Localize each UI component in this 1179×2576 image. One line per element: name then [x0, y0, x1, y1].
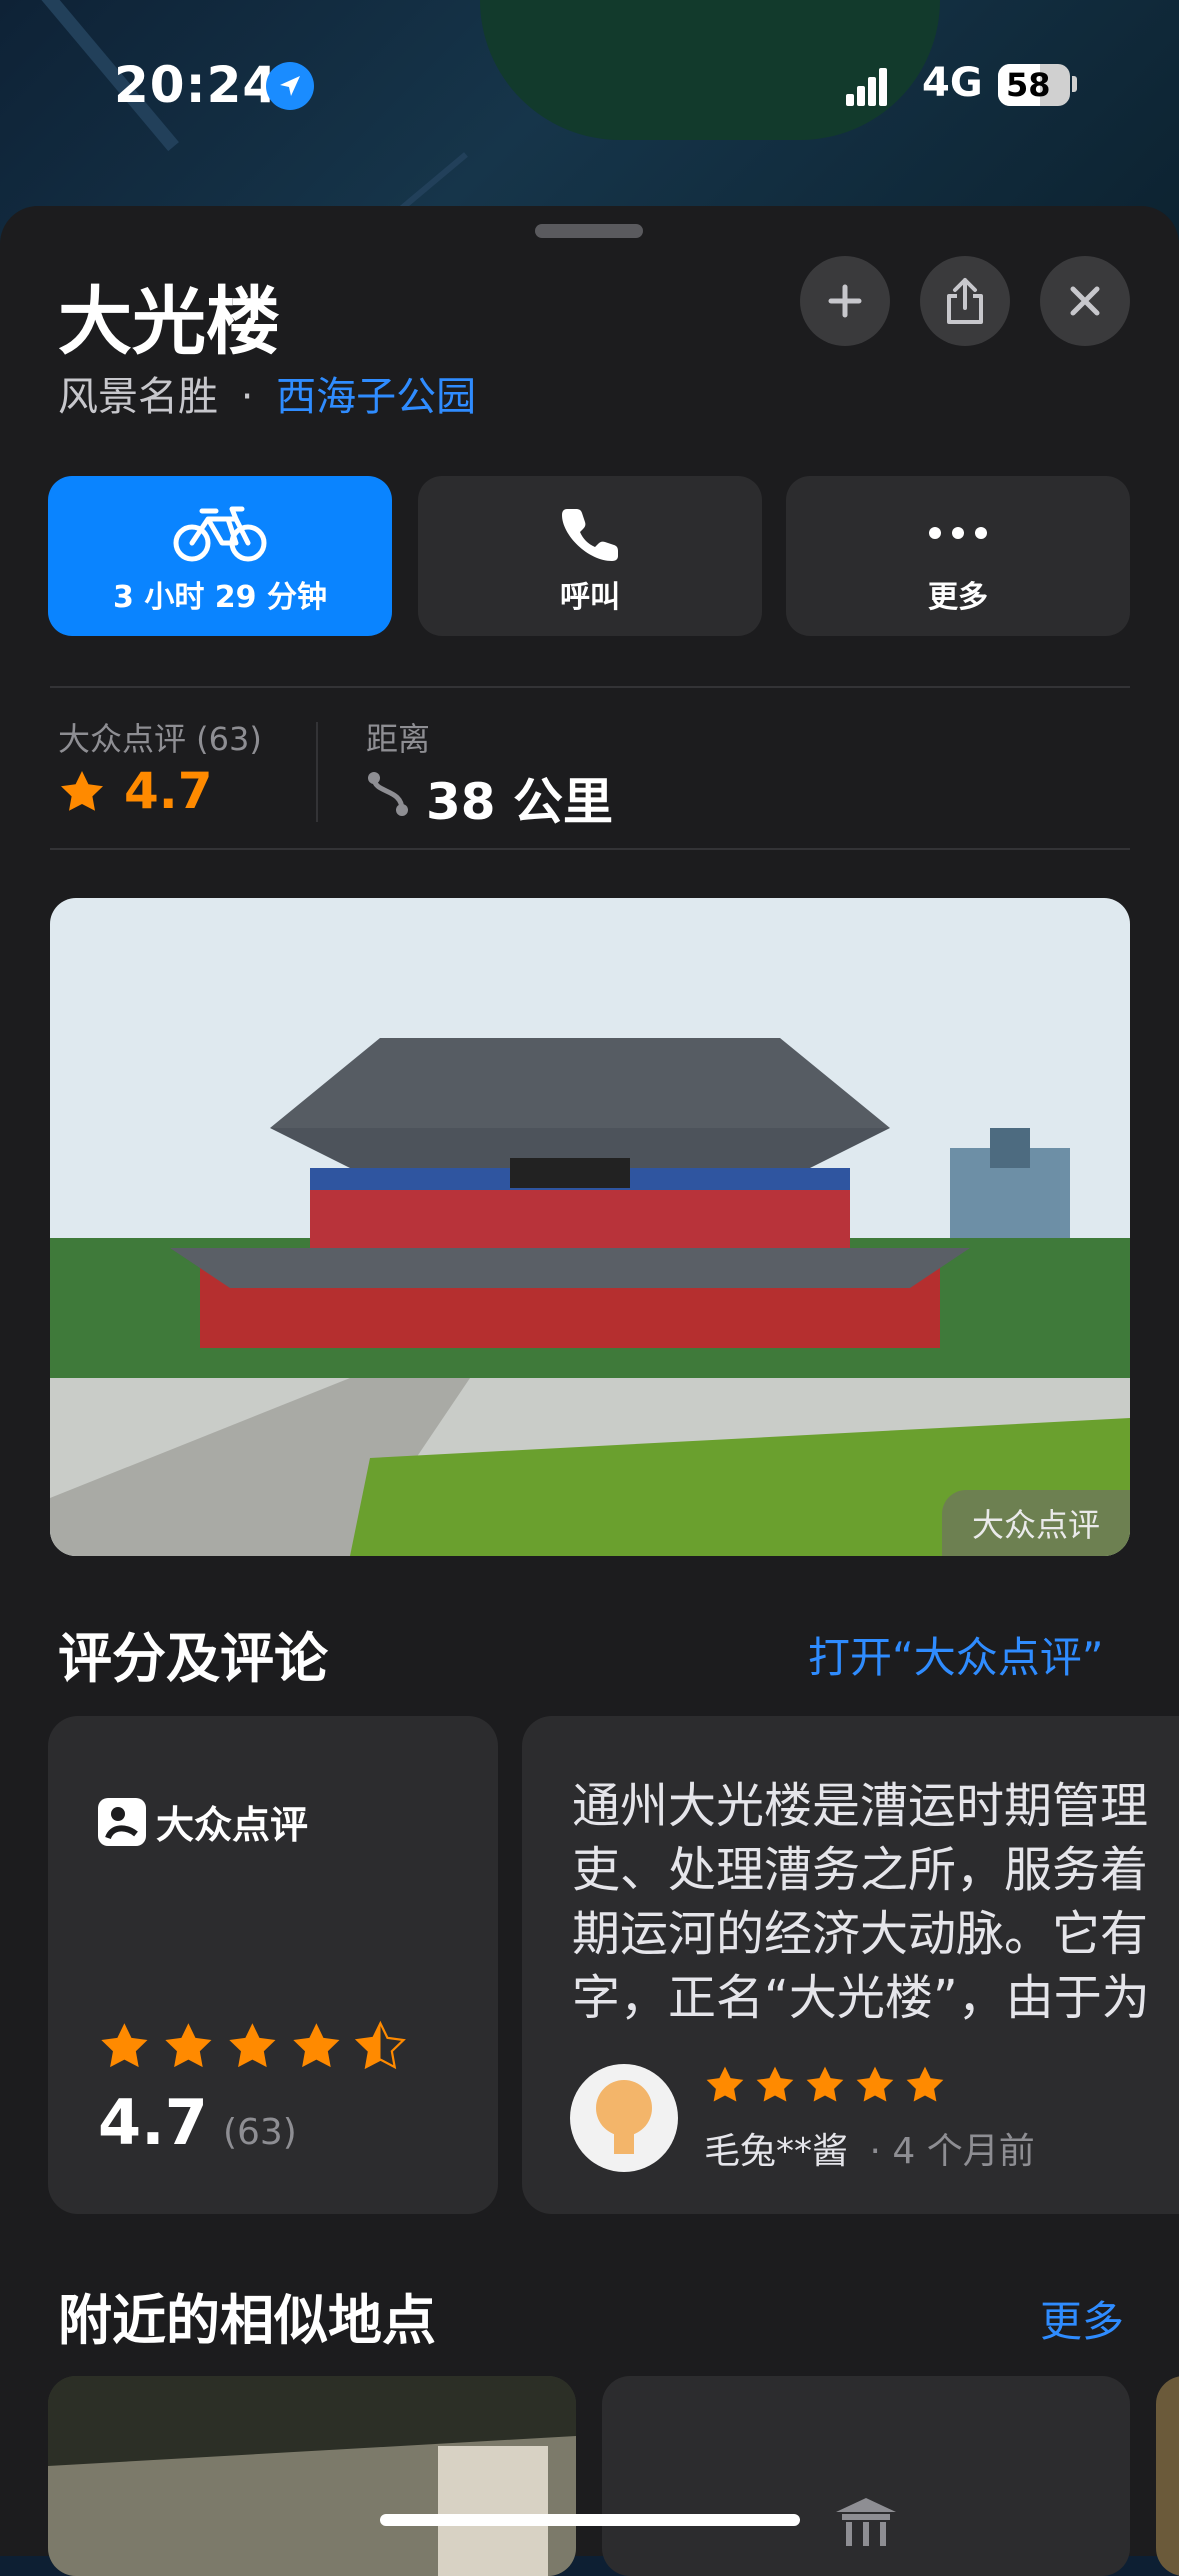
nearby-place-card[interactable] [48, 2376, 576, 2576]
battery-icon: 58 [998, 64, 1070, 106]
review-time: · 4 个月前 [869, 2131, 1035, 2172]
review-meta: 毛兔**酱 · 4 个月前 [704, 2122, 1035, 2174]
dianping-logo-icon [98, 1797, 146, 1846]
place-title: 大光楼 [58, 279, 280, 365]
add-button[interactable] [800, 256, 890, 346]
clock: 20:24 [114, 56, 279, 114]
battery-level: 58 [1006, 66, 1051, 104]
reviewer-avatar [570, 2064, 678, 2172]
review-line: 字，正名“大光楼”，由于为 [572, 1970, 1150, 2026]
ratings-heading: 评分及评论 [58, 1627, 328, 1690]
nearby-photo-image [48, 2376, 576, 2576]
nearby-place-card[interactable] [602, 2376, 1130, 2576]
route-icon [366, 770, 410, 822]
share-icon [947, 278, 983, 324]
directions-label: 3 小时 29 分钟 [113, 580, 327, 615]
more-icon [929, 527, 987, 539]
review-stars [704, 2062, 954, 2112]
share-button[interactable] [920, 256, 1010, 346]
more-button[interactable]: 更多 [786, 476, 1130, 636]
review-text: 通州大光楼是漕运时期管理 吏、处理漕务之所，服务着 期运河的经济大动脉。它有 字… [572, 1774, 1150, 2030]
star-icon [58, 768, 106, 820]
pavilion-photo-image [50, 898, 1130, 1556]
summary-stars [98, 2016, 418, 2080]
rating-summary-card[interactable]: 大众点评 4.7 (63) [48, 1716, 498, 2214]
place-sheet: 大光楼 风景名胜 · 西海子公园 3 小时 29 分钟 呼叫 更多 大众点评 (… [0, 206, 1179, 2576]
divider [50, 848, 1130, 850]
location-arrow-icon [266, 62, 314, 110]
landmark-icon [836, 2498, 896, 2546]
review-line: 通州大光楼是漕运时期管理 [572, 1778, 1149, 1834]
plus-icon [828, 284, 862, 318]
more-label: 更多 [928, 580, 988, 615]
place-category: 风景名胜 [58, 374, 218, 420]
call-label: 呼叫 [560, 580, 620, 615]
status-bar: 20:24 4G 58 [0, 0, 1179, 180]
stat-separator [316, 722, 318, 822]
place-subtitle: 风景名胜 · 西海子公园 [58, 364, 476, 422]
rating-value: 4.7 [124, 762, 213, 820]
dianping-logo: 大众点评 [98, 1794, 308, 1849]
review-line: 吏、处理漕务之所，服务着 [572, 1842, 1149, 1898]
reviewer-name: 毛兔**酱 [704, 2131, 849, 2172]
divider [50, 686, 1130, 688]
sheet-grabber[interactable] [535, 224, 643, 238]
review-count: (63) [222, 2112, 297, 2153]
subtitle-separator: · [240, 374, 254, 420]
dianping-brand: 大众点评 [156, 1803, 309, 1847]
cellular-signal-icon [846, 68, 887, 106]
nearby-heading: 附近的相似地点 [58, 2289, 436, 2352]
directions-button[interactable]: 3 小时 29 分钟 [48, 476, 392, 636]
bicycle-icon [173, 506, 267, 562]
rating-label: 大众点评 (63) [58, 720, 262, 758]
distance-label: 距离 [366, 720, 431, 758]
battery-tip [1072, 76, 1077, 92]
nearby-place-card[interactable] [1156, 2376, 1179, 2576]
phone-icon [562, 509, 618, 561]
network-type: 4G [922, 60, 983, 106]
call-button[interactable]: 呼叫 [418, 476, 762, 636]
review-line: 期运河的经济大动脉。它有 [572, 1906, 1149, 1962]
distance-value: 38 公里 [426, 773, 613, 831]
score-value: 4.7 [98, 2086, 208, 2159]
review-card[interactable]: 通州大光楼是漕运时期管理 吏、处理漕务之所，服务着 期运河的经济大动脉。它有 字… [522, 1716, 1179, 2214]
area-link[interactable]: 西海子公园 [276, 374, 476, 420]
place-photo[interactable]: 大众点评 [50, 898, 1130, 1556]
summary-score: 4.7 (63) [98, 2086, 297, 2159]
open-dianping-link[interactable]: 打开“大众点评” [808, 1624, 1104, 1685]
close-icon [1070, 286, 1100, 316]
nearby-more-link[interactable]: 更多 [1040, 2288, 1124, 2349]
home-indicator[interactable] [380, 2514, 800, 2526]
photo-source-badge: 大众点评 [941, 1490, 1130, 1556]
close-button[interactable] [1040, 256, 1130, 346]
